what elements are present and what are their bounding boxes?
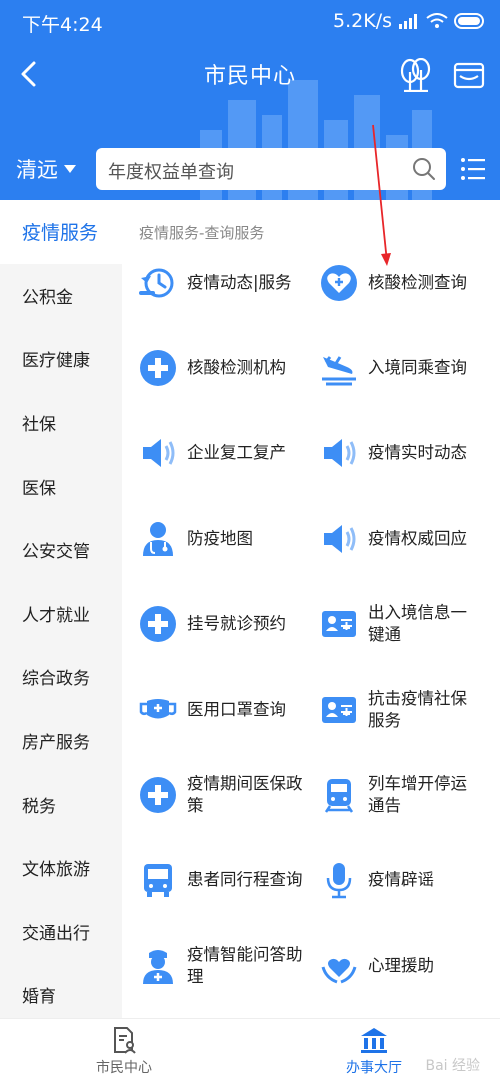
tab-citizen-center[interactable]: 市民中心 — [64, 1025, 184, 1077]
service-item[interactable]: 挂号就诊预约 — [122, 582, 304, 667]
status-indicators: 5.2K/s — [333, 10, 484, 32]
hall-building-icon — [361, 1028, 387, 1053]
heart-plus-icon — [321, 264, 357, 301]
city-name: 清远 — [16, 158, 58, 182]
service-grid: 疫情动态|服务 核酸检测查询 核酸检测机构 入境同乘查询 企业复工复产 疫情实时… — [122, 240, 500, 1009]
service-item[interactable]: 疫情动态|服务 — [122, 240, 304, 325]
doctor-icon — [143, 521, 173, 556]
service-label: 核酸检测查询 — [368, 272, 467, 292]
status-time: 下午4:24 — [22, 14, 103, 36]
service-item[interactable]: 出入境信息一键通 — [304, 582, 500, 667]
bus-icon — [144, 864, 172, 898]
bottom-tab-bar: 市民中心 办事大厅 Bai 经验 — [0, 1018, 500, 1083]
id-card-icon — [322, 611, 356, 638]
network-speed: 5.2K/s — [333, 10, 392, 32]
list-menu-icon[interactable] — [460, 156, 486, 182]
city-selector[interactable]: 清远 — [16, 154, 76, 184]
microphone-icon — [326, 863, 352, 899]
sidebar-item-social-security[interactable]: 社保 — [0, 391, 122, 455]
service-item[interactable]: 列车增开停运通告 — [304, 752, 500, 837]
service-item[interactable]: 疫情辟谣 — [304, 838, 500, 923]
service-label: 列车增开停运通告 — [368, 774, 467, 816]
service-item[interactable]: 企业复工复产 — [122, 411, 304, 496]
service-label: 疫情期间医保政策 — [187, 774, 303, 816]
sidebar-item-marriage[interactable]: 婚育 — [0, 963, 122, 1018]
service-label: 疫情权威回应 — [368, 528, 467, 548]
id-card-icon — [322, 696, 356, 723]
sidebar-item-epidemic[interactable]: 疫情服务 — [0, 200, 122, 264]
airplane-landing-icon — [322, 356, 356, 386]
mask-icon — [139, 698, 177, 719]
service-label: 疫情智能问答助理 — [187, 944, 303, 986]
speaker-icon — [143, 439, 175, 468]
status-bar: 下午4:24 5.2K/s — [0, 0, 500, 44]
service-content: 疫情服务-查询服务 疫情动态|服务 核酸检测查询 核酸检测机构 入境同乘查询 企… — [122, 200, 500, 1018]
service-item[interactable]: 核酸检测查询 — [304, 240, 500, 325]
service-item[interactable]: 心理援助 — [304, 923, 500, 1008]
service-item[interactable]: 核酸检测机构 — [122, 325, 304, 410]
chevron-down-icon — [64, 165, 76, 173]
speaker-icon — [324, 439, 356, 468]
battery-icon — [454, 13, 484, 29]
service-label: 疫情辟谣 — [368, 870, 434, 890]
citizen-doc-icon — [114, 1027, 136, 1054]
service-label: 抗击疫情社保服务 — [368, 688, 467, 730]
tree-icon[interactable] — [398, 58, 432, 92]
service-item[interactable]: 防疫地图 — [122, 496, 304, 581]
service-item[interactable]: 医用口罩查询 — [122, 667, 304, 752]
sidebar-item-tax[interactable]: 税务 — [0, 772, 122, 836]
medical-plus-icon — [140, 606, 176, 643]
service-label: 患者同行程查询 — [187, 870, 303, 890]
medical-plus-icon — [140, 777, 176, 814]
tab-label: 办事大厅 — [346, 1060, 402, 1076]
service-label: 挂号就诊预约 — [187, 614, 286, 634]
service-item[interactable]: 疫情期间医保政策 — [122, 752, 304, 837]
heart-hands-icon — [321, 958, 357, 984]
sidebar-item-government[interactable]: 综合政务 — [0, 645, 122, 709]
service-item[interactable]: 入境同乘查询 — [304, 325, 500, 410]
service-label: 疫情实时动态 — [368, 443, 467, 463]
search-icon[interactable] — [412, 157, 436, 181]
nurse-icon — [143, 949, 173, 984]
medical-plus-icon — [140, 350, 176, 387]
watermark: Bai 经验 — [425, 1058, 480, 1074]
wallet-icon[interactable] — [452, 58, 486, 92]
train-icon — [324, 779, 354, 813]
sidebar-item-health[interactable]: 医疗健康 — [0, 327, 122, 391]
category-sidebar: 疫情服务 公积金 医疗健康 社保 医保 公安交管 人才就业 综合政务 房产服务 … — [0, 200, 122, 1018]
service-item[interactable]: 疫情权威回应 — [304, 496, 500, 581]
clock-refresh-icon — [139, 268, 174, 298]
service-item[interactable]: 抗击疫情社保服务 — [304, 667, 500, 752]
service-item[interactable]: 患者同行程查询 — [122, 838, 304, 923]
speaker-icon — [324, 524, 356, 553]
wifi-icon — [426, 13, 448, 28]
sidebar-item-employment[interactable]: 人才就业 — [0, 582, 122, 646]
service-label: 防疫地图 — [187, 528, 253, 548]
signal-icon — [399, 14, 417, 29]
service-label: 出入境信息一键通 — [368, 603, 467, 645]
service-label: 核酸检测机构 — [187, 358, 286, 378]
sidebar-item-transport[interactable]: 交通出行 — [0, 900, 122, 964]
service-label: 心理援助 — [368, 955, 434, 975]
service-label: 企业复工复产 — [187, 443, 286, 463]
service-item[interactable]: 疫情实时动态 — [304, 411, 500, 496]
sidebar-item-culture-tourism[interactable]: 文体旅游 — [0, 836, 122, 900]
sidebar-item-housing-fund[interactable]: 公积金 — [0, 264, 122, 328]
sidebar-item-real-estate[interactable]: 房产服务 — [0, 709, 122, 773]
search-input[interactable]: 年度权益单查询 — [108, 158, 234, 184]
search-box[interactable]: 年度权益单查询 — [96, 148, 446, 190]
tab-label: 市民中心 — [96, 1060, 152, 1076]
sidebar-item-medical-insurance[interactable]: 医保 — [0, 454, 122, 518]
sidebar-item-police-traffic[interactable]: 公安交管 — [0, 518, 122, 582]
service-label: 医用口罩查询 — [187, 699, 286, 719]
tab-service-hall[interactable]: 办事大厅 — [314, 1025, 434, 1077]
service-label: 疫情动态|服务 — [187, 272, 292, 292]
service-item[interactable]: 疫情智能问答助理 — [122, 923, 304, 1008]
service-label: 入境同乘查询 — [368, 358, 467, 378]
